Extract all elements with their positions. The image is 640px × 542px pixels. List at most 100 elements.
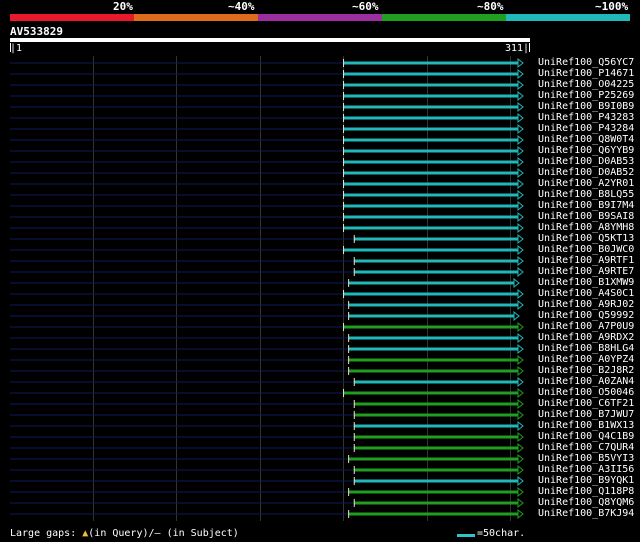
hit-bar[interactable] bbox=[348, 358, 518, 362]
hit-label[interactable]: UniRef100_P25269 bbox=[538, 90, 634, 101]
hit-label[interactable]: UniRef100_P43284 bbox=[538, 123, 634, 134]
hit-label[interactable]: UniRef100_B9I7M4 bbox=[538, 200, 634, 211]
hit-label[interactable]: UniRef100_Q8W0T4 bbox=[538, 134, 634, 145]
hit-label[interactable]: UniRef100_B0JWC0 bbox=[538, 244, 634, 255]
hit-arrow-icon bbox=[517, 112, 524, 124]
hit-bar[interactable] bbox=[354, 237, 518, 241]
hit-arrow-icon bbox=[517, 354, 524, 366]
hit-bar[interactable] bbox=[348, 490, 518, 494]
hit-label[interactable]: UniRef100_A2YR01 bbox=[538, 178, 634, 189]
hit-bar[interactable] bbox=[354, 413, 518, 417]
hit-arrow-icon bbox=[517, 464, 524, 476]
hit-label[interactable]: UniRef100_Q56YC7 bbox=[538, 57, 634, 68]
hit-label[interactable]: UniRef100_B7JWU7 bbox=[538, 409, 634, 420]
hit-bar[interactable] bbox=[343, 94, 518, 98]
hit-bar[interactable] bbox=[354, 380, 518, 384]
hit-label[interactable]: UniRef100_Q8YQM6 bbox=[538, 497, 634, 508]
hit-bar[interactable] bbox=[343, 391, 518, 395]
hit-label[interactable]: UniRef100_A9RTE7 bbox=[538, 266, 634, 277]
hit-bar[interactable] bbox=[343, 248, 518, 252]
hit-bar[interactable] bbox=[348, 347, 518, 351]
hit-label[interactable]: UniRef100_Q5KT13 bbox=[538, 233, 634, 244]
hit-bar[interactable] bbox=[343, 171, 518, 175]
hit-label[interactable]: UniRef100_B7KJ94 bbox=[538, 508, 634, 519]
hit-arrow-icon bbox=[517, 409, 524, 421]
hit-label[interactable]: UniRef100_B9YQK1 bbox=[538, 475, 634, 486]
hit-bar[interactable] bbox=[343, 160, 518, 164]
hit-bar[interactable] bbox=[348, 281, 514, 285]
gaps-label: Large gaps: bbox=[10, 528, 83, 539]
hit-bar[interactable] bbox=[343, 105, 518, 109]
hit-bar[interactable] bbox=[354, 501, 518, 505]
hit-bar[interactable] bbox=[348, 336, 518, 340]
hit-label[interactable]: UniRef100_D0AB52 bbox=[538, 167, 634, 178]
hit-label[interactable]: UniRef100_C7QUR4 bbox=[538, 442, 634, 453]
hit-bar[interactable] bbox=[343, 292, 518, 296]
hit-bar[interactable] bbox=[354, 424, 518, 428]
hit-bar[interactable] bbox=[343, 138, 518, 142]
hit-arrow-icon bbox=[517, 497, 524, 509]
hit-bar[interactable] bbox=[354, 259, 518, 263]
hit-arrow-icon bbox=[517, 431, 524, 443]
hit-arrow-icon bbox=[517, 288, 524, 300]
hit-label[interactable]: UniRef100_A0YPZ4 bbox=[538, 354, 634, 365]
hit-arrow-icon bbox=[517, 486, 524, 498]
hit-bar[interactable] bbox=[348, 314, 514, 318]
hit-bar[interactable] bbox=[343, 215, 518, 219]
hit-bar[interactable] bbox=[343, 116, 518, 120]
hit-bar[interactable] bbox=[343, 182, 518, 186]
hit-label[interactable]: UniRef100_O04225 bbox=[538, 79, 634, 90]
hit-label[interactable]: UniRef100_B9I0B9 bbox=[538, 101, 634, 112]
hit-arrow-icon bbox=[517, 299, 524, 311]
hit-bar[interactable] bbox=[348, 369, 518, 373]
hit-bar[interactable] bbox=[343, 226, 518, 230]
hit-bar[interactable] bbox=[348, 457, 518, 461]
hit-bar[interactable] bbox=[343, 149, 518, 153]
hit-bar[interactable] bbox=[343, 83, 518, 87]
hit-bar[interactable] bbox=[343, 72, 518, 76]
hit-label[interactable]: UniRef100_O50046 bbox=[538, 387, 634, 398]
hit-bar[interactable] bbox=[343, 325, 518, 329]
hit-label[interactable]: UniRef100_P43283 bbox=[538, 112, 634, 123]
hit-bar[interactable] bbox=[354, 468, 518, 472]
hit-label[interactable]: UniRef100_Q59992 bbox=[538, 310, 634, 321]
hit-label[interactable]: UniRef100_A9RDX2 bbox=[538, 332, 634, 343]
hit-bar[interactable] bbox=[348, 303, 518, 307]
hit-bar[interactable] bbox=[354, 446, 518, 450]
hit-label[interactable]: UniRef100_B8LQ55 bbox=[538, 189, 634, 200]
hit-bar[interactable] bbox=[343, 127, 518, 131]
hit-label[interactable]: UniRef100_B8HLG4 bbox=[538, 343, 634, 354]
hit-label[interactable]: UniRef100_Q118P8 bbox=[538, 486, 634, 497]
hit-label[interactable]: UniRef100_Q6YYB9 bbox=[538, 145, 634, 156]
hit-bar[interactable] bbox=[354, 270, 518, 274]
hit-label[interactable]: UniRef100_D0AB53 bbox=[538, 156, 634, 167]
hit-arrow-icon bbox=[517, 79, 524, 91]
subject-gap-label: (in Subject) bbox=[160, 528, 239, 539]
hit-arrow-icon bbox=[517, 475, 524, 487]
hit-label[interactable]: UniRef100_A9RJ02 bbox=[538, 299, 634, 310]
hit-label[interactable]: UniRef100_P14671 bbox=[538, 68, 634, 79]
hit-arrow-icon bbox=[517, 332, 524, 344]
hit-bar[interactable] bbox=[354, 479, 518, 483]
hit-arrow-icon bbox=[517, 365, 524, 377]
hit-label[interactable]: UniRef100_B9SAI8 bbox=[538, 211, 634, 222]
hit-bar[interactable] bbox=[343, 193, 518, 197]
hit-label[interactable]: UniRef100_C6TF21 bbox=[538, 398, 634, 409]
hit-label[interactable]: UniRef100_A8YMH8 bbox=[538, 222, 634, 233]
hit-label[interactable]: UniRef100_B1WX13 bbox=[538, 420, 634, 431]
hit-bar[interactable] bbox=[354, 435, 518, 439]
hit-label[interactable]: UniRef100_B1XMW9 bbox=[538, 277, 634, 288]
hit-label[interactable]: UniRef100_B5VYI3 bbox=[538, 453, 634, 464]
hit-label[interactable]: UniRef100_A0ZAN4 bbox=[538, 376, 634, 387]
hit-bar[interactable] bbox=[354, 402, 518, 406]
hit-label[interactable]: UniRef100_A3II56 bbox=[538, 464, 634, 475]
hit-label[interactable]: UniRef100_A9RTF1 bbox=[538, 255, 634, 266]
hit-bar[interactable] bbox=[343, 204, 518, 208]
hit-bar[interactable] bbox=[348, 512, 518, 516]
hit-label[interactable]: UniRef100_Q4C1B9 bbox=[538, 431, 634, 442]
hit-label[interactable]: UniRef100_A7P0U9 bbox=[538, 321, 634, 332]
hit-arrow-icon bbox=[517, 420, 524, 432]
hit-label[interactable]: UniRef100_A4S0C1 bbox=[538, 288, 634, 299]
hit-label[interactable]: UniRef100_B2J8R2 bbox=[538, 365, 634, 376]
hit-bar[interactable] bbox=[343, 61, 518, 65]
